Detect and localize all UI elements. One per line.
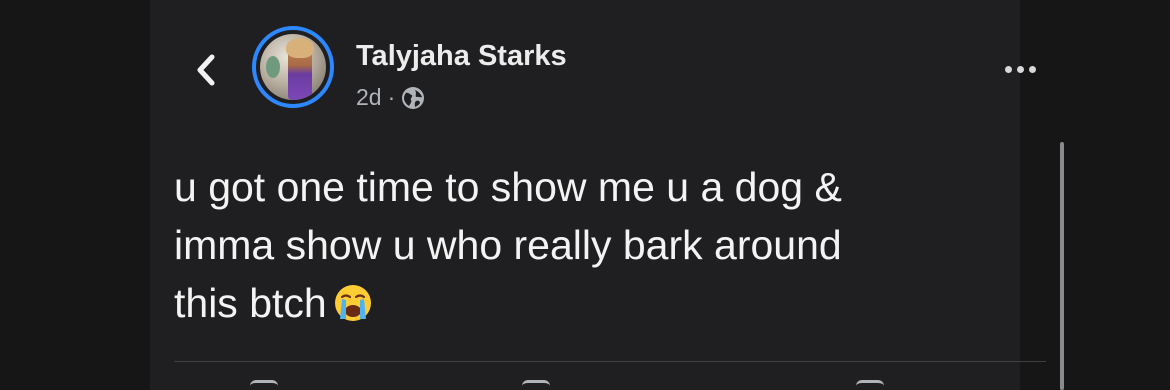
avatar-photo-background [266, 56, 280, 78]
post-text-line-3: this btch [174, 280, 327, 326]
screen: Talyjaha Starks 2d · u got one time to s… [0, 0, 1170, 390]
meta-separator: · [387, 84, 396, 110]
post-meta: 2d · [356, 84, 425, 111]
post-text-line-2: imma show u who really bark around [174, 222, 842, 268]
more-options-button[interactable] [998, 54, 1042, 84]
chevron-left-icon [197, 54, 215, 86]
share-button-partial[interactable] [856, 380, 884, 390]
globe-icon[interactable] [401, 86, 425, 110]
right-margin [1020, 0, 1170, 390]
post-text-line-3-wrap: this btch [174, 274, 1004, 332]
loudly-crying-face-emoji [334, 285, 371, 321]
post-text-line-1: u got one time to show me u a dog & [174, 164, 842, 210]
profile-photo [260, 34, 326, 100]
actions-divider [174, 361, 1046, 362]
like-button-partial[interactable] [250, 380, 278, 390]
left-margin [0, 0, 150, 390]
more-horizontal-icon-dot [1004, 65, 1012, 73]
post-time[interactable]: 2d [356, 84, 382, 111]
post-text: u got one time to show me u a dog & imma… [174, 158, 1004, 332]
comment-button-partial[interactable] [522, 380, 550, 390]
back-button[interactable] [186, 50, 226, 90]
avatar[interactable] [252, 26, 334, 108]
more-horizontal-icon-dot [1016, 65, 1024, 73]
author-name[interactable]: Talyjaha Starks [356, 40, 567, 73]
avatar-photo-hair [286, 38, 314, 58]
scrollbar[interactable] [1060, 142, 1064, 390]
more-horizontal-icon-dot [1028, 65, 1036, 73]
post-card: Talyjaha Starks 2d · u got one time to s… [150, 0, 1064, 390]
